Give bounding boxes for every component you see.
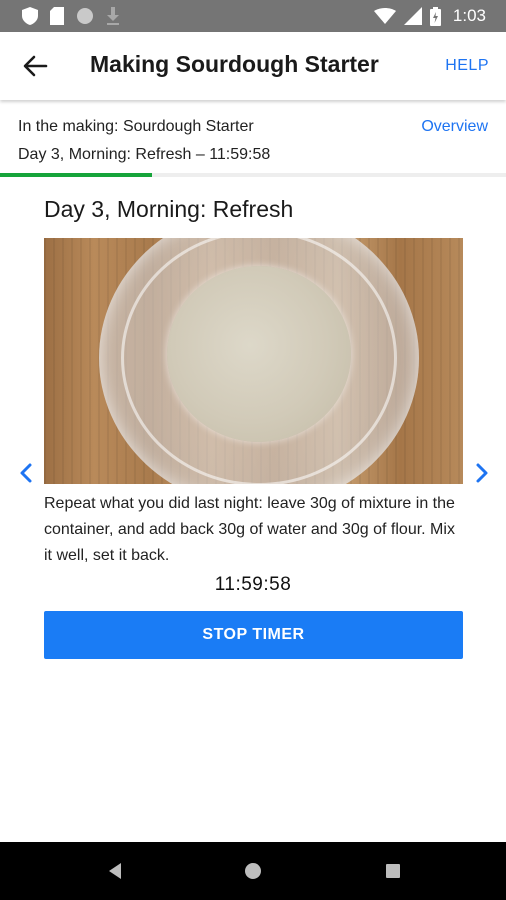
signal-icon xyxy=(403,7,422,25)
step-photo xyxy=(44,238,463,484)
page-title: Making Sourdough Starter xyxy=(90,51,379,77)
battery-icon xyxy=(429,6,441,26)
making-label: In the making: Sourdough Starter xyxy=(18,118,254,135)
step-title: Day 3, Morning: Refresh xyxy=(44,196,294,222)
overview-link[interactable]: Overview xyxy=(421,118,488,136)
countdown-timer: 11:59:58 xyxy=(214,574,292,595)
status-time: 1:03 xyxy=(452,6,486,25)
progress-info: In the making: Sourdough Starter Overvie… xyxy=(0,100,506,176)
back-arrow-icon[interactable] xyxy=(20,52,50,80)
system-navigation-bar xyxy=(0,842,506,900)
home-circle-icon[interactable] xyxy=(240,858,266,884)
recents-square-icon[interactable] xyxy=(380,858,406,884)
help-button[interactable]: HELP xyxy=(445,57,489,75)
back-triangle-icon[interactable] xyxy=(103,858,129,884)
stop-timer-button[interactable]: STOP TIMER xyxy=(44,611,463,659)
status-bar: 1:03 xyxy=(0,0,506,32)
sim-card-icon xyxy=(50,7,64,25)
shield-icon xyxy=(22,7,38,25)
download-icon xyxy=(107,7,119,25)
progress-bar xyxy=(0,173,506,177)
progress-bar-fill xyxy=(0,173,152,177)
bowl-image xyxy=(99,238,419,484)
step-description: Repeat what you did last night: leave 30… xyxy=(44,495,455,564)
app-bar: Making Sourdough Starter HELP xyxy=(0,32,506,100)
wifi-icon xyxy=(373,8,396,24)
step-timer-line: Day 3, Morning: Refresh – 11:59:58 xyxy=(18,146,271,163)
circle-icon xyxy=(77,8,93,24)
previous-step-chevron-icon[interactable] xyxy=(16,458,36,488)
next-step-chevron-icon[interactable] xyxy=(472,458,492,488)
